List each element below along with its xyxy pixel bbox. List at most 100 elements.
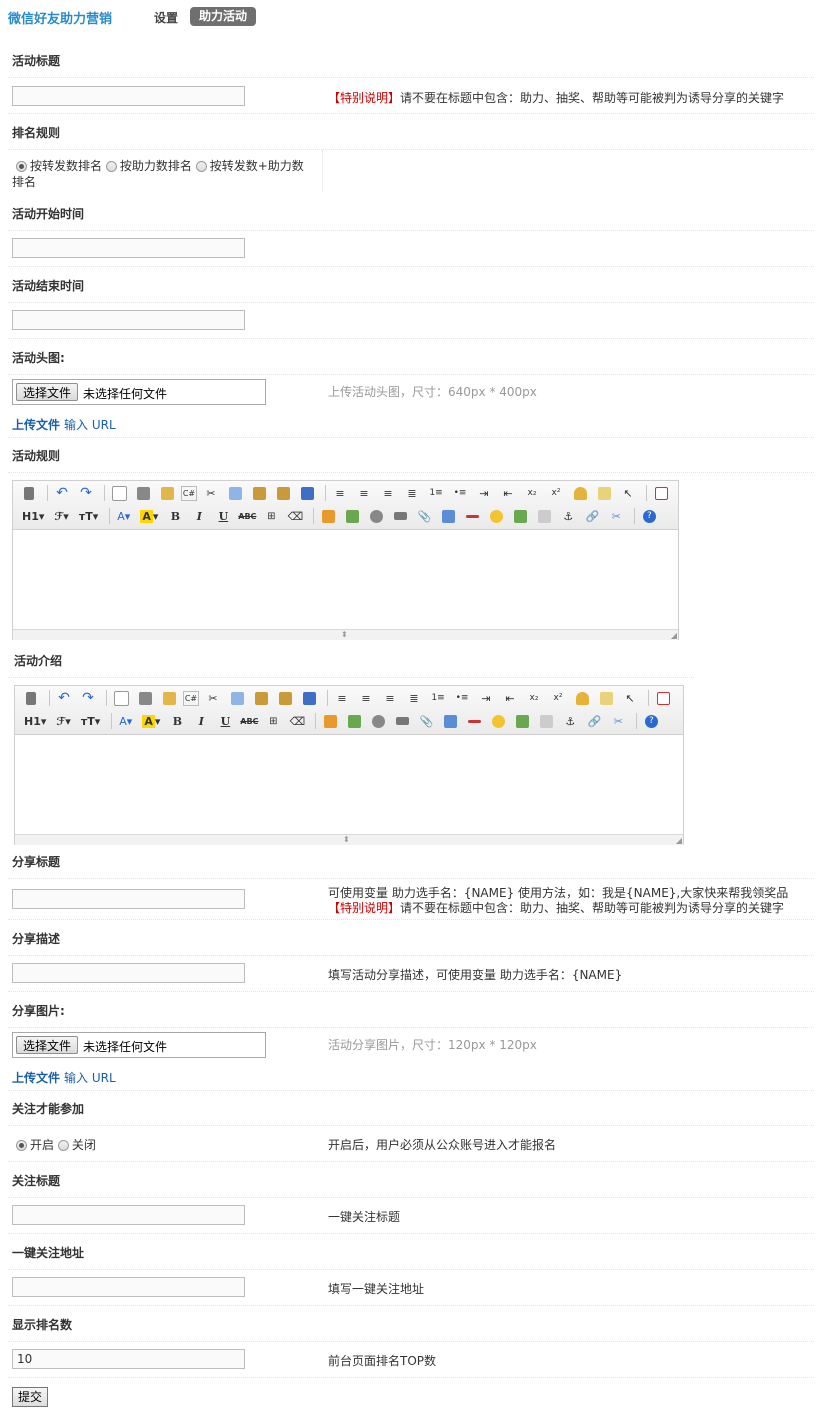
editor-resize-bar[interactable]: ⬍ ◢ — [13, 629, 678, 640]
attachment-icon[interactable]: 📎 — [416, 712, 436, 730]
clear-format-icon[interactable] — [572, 689, 592, 707]
justify-icon[interactable]: ≣ — [402, 484, 422, 502]
indent-icon[interactable]: ⇥ — [474, 484, 494, 502]
page-break-icon[interactable] — [536, 712, 556, 730]
follow-off-radio[interactable] — [57, 1140, 69, 1151]
insert-map-icon[interactable] — [510, 507, 530, 525]
superscript-icon[interactable]: x² — [546, 484, 566, 502]
activity-title-input[interactable] — [12, 86, 245, 106]
outdent-icon[interactable]: ⇤ — [498, 484, 518, 502]
preview-icon[interactable] — [109, 484, 129, 502]
subscript-icon[interactable]: x₂ — [524, 689, 544, 707]
superscript-icon[interactable]: x² — [548, 689, 568, 707]
cut-icon[interactable]: ✂ — [203, 689, 223, 707]
fullscreen-icon[interactable] — [653, 689, 673, 707]
italic-icon[interactable]: I — [189, 507, 209, 525]
page-break-icon[interactable] — [534, 507, 554, 525]
source-icon[interactable] — [19, 484, 39, 502]
eraser-icon[interactable]: ⌫ — [287, 712, 307, 730]
highlight-dropdown[interactable]: A ▾ — [139, 712, 163, 730]
end-time-input[interactable] — [12, 310, 245, 330]
undo-icon[interactable]: ↶ — [54, 689, 74, 707]
ranking-by-both-radio[interactable] — [195, 161, 207, 172]
cut-icon[interactable]: ✂ — [201, 484, 221, 502]
outdent-icon[interactable]: ⇤ — [500, 689, 520, 707]
unordered-list-icon[interactable]: •≡ — [450, 484, 470, 502]
choose-file-button[interactable]: 选择文件 — [16, 1036, 79, 1054]
choose-file-button[interactable]: 选择文件 — [16, 383, 79, 401]
copy-icon[interactable] — [227, 689, 247, 707]
fullscreen-icon[interactable] — [651, 484, 671, 502]
copy-icon[interactable] — [225, 484, 245, 502]
unlink-icon[interactable]: ✂ — [608, 712, 628, 730]
font-size-dropdown[interactable]: тT ▾ — [76, 507, 101, 525]
share-title-input[interactable] — [12, 889, 245, 909]
strikethrough-icon[interactable]: ABC — [239, 712, 259, 730]
follow-url-input[interactable] — [12, 1277, 245, 1297]
submit-button[interactable]: 提交 — [12, 1387, 48, 1407]
paste-text-icon[interactable] — [275, 689, 295, 707]
align-left-icon[interactable]: ≡ — [330, 484, 350, 502]
bold-icon[interactable]: B — [165, 507, 185, 525]
align-center-icon[interactable]: ≡ — [354, 484, 374, 502]
redo-icon[interactable]: ↷ — [76, 484, 96, 502]
italic-icon[interactable]: I — [191, 712, 211, 730]
print-icon[interactable] — [135, 689, 155, 707]
insert-flash-icon[interactable] — [366, 507, 386, 525]
emoji-icon[interactable] — [488, 712, 508, 730]
help-icon[interactable]: ? — [641, 712, 661, 730]
share-desc-input[interactable] — [12, 963, 245, 983]
table-lines-icon[interactable]: ⊞ — [261, 507, 281, 525]
align-right-icon[interactable]: ≡ — [380, 689, 400, 707]
link-icon[interactable]: 🔗 — [582, 507, 602, 525]
editor-content-area[interactable] — [13, 530, 678, 629]
insert-video-icon[interactable] — [392, 712, 412, 730]
ordered-list-icon[interactable]: 1≡ — [426, 484, 446, 502]
font-color-dropdown[interactable]: A ▾ — [116, 712, 135, 730]
head-image-file-input[interactable]: 选择文件 未选择任何文件 — [12, 379, 266, 405]
emoji-icon[interactable] — [486, 507, 506, 525]
code-icon[interactable]: C# — [181, 485, 197, 501]
upload-file-link[interactable]: 上传文件 — [12, 1071, 60, 1085]
underline-icon[interactable]: U — [213, 507, 233, 525]
heading-dropdown[interactable]: H1 ▾ — [19, 507, 47, 525]
select-all-icon[interactable] — [594, 484, 614, 502]
ranking-by-share-radio[interactable] — [16, 161, 27, 172]
attachment-icon[interactable]: 📎 — [414, 507, 434, 525]
highlight-dropdown[interactable]: A ▾ — [137, 507, 161, 525]
eraser-icon[interactable]: ⌫ — [285, 507, 305, 525]
ranking-by-help-radio[interactable] — [105, 161, 117, 172]
cursor-icon[interactable]: ↖ — [618, 484, 638, 502]
insert-table-icon[interactable] — [438, 507, 458, 525]
horizontal-rule-icon[interactable] — [462, 507, 482, 525]
follow-on-radio[interactable] — [16, 1140, 27, 1151]
rank-count-input[interactable] — [12, 1349, 245, 1369]
insert-image-icon[interactable] — [318, 507, 338, 525]
unlink-icon[interactable]: ✂ — [606, 507, 626, 525]
follow-title-input[interactable] — [12, 1205, 245, 1225]
paste-text-icon[interactable] — [273, 484, 293, 502]
font-family-dropdown[interactable]: ℱ ▾ — [53, 712, 73, 730]
undo-icon[interactable]: ↶ — [52, 484, 72, 502]
select-all-icon[interactable] — [596, 689, 616, 707]
tab-settings[interactable]: 设置 — [154, 9, 178, 26]
heading-dropdown[interactable]: H1 ▾ — [21, 712, 49, 730]
align-right-icon[interactable]: ≡ — [378, 484, 398, 502]
template-icon[interactable] — [159, 689, 179, 707]
insert-map-icon[interactable] — [512, 712, 532, 730]
font-family-dropdown[interactable]: ℱ ▾ — [51, 507, 71, 525]
cursor-icon[interactable]: ↖ — [620, 689, 640, 707]
underline-icon[interactable]: U — [215, 712, 235, 730]
paste-word-icon[interactable] — [299, 689, 319, 707]
horizontal-rule-icon[interactable] — [464, 712, 484, 730]
insert-multi-image-icon[interactable] — [342, 507, 362, 525]
paste-icon[interactable] — [249, 484, 269, 502]
paste-icon[interactable] — [251, 689, 271, 707]
print-icon[interactable] — [133, 484, 153, 502]
input-url-link[interactable]: 输入 URL — [64, 418, 116, 432]
preview-icon[interactable] — [111, 689, 131, 707]
insert-image-icon[interactable] — [320, 712, 340, 730]
editor-resize-bar[interactable]: ⬍ ◢ — [15, 834, 683, 845]
anchor-icon[interactable]: ⚓ — [560, 712, 580, 730]
insert-multi-image-icon[interactable] — [344, 712, 364, 730]
